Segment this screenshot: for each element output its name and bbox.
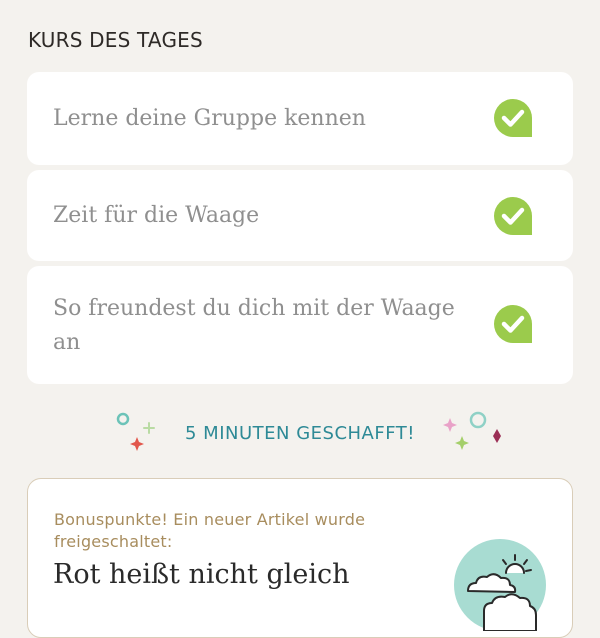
article-title: Rot heißt nicht gleich xyxy=(53,559,350,590)
checkmark-bubble-icon xyxy=(493,196,533,236)
checkmark-bubble-icon xyxy=(493,304,533,344)
progress-banner: 5 MINUTEN GESCHAFFT! xyxy=(0,405,600,465)
bonus-article-card[interactable]: Bonuspunkte! Ein neuer Artikel wurde fre… xyxy=(27,478,573,638)
course-item-title: Lerne deine Gruppe kennen xyxy=(53,106,366,131)
course-item[interactable]: So freundest du dich mit der Waage an xyxy=(27,266,573,384)
course-item-title: Zeit für die Waage xyxy=(53,203,260,228)
section-title: KURS DES TAGES xyxy=(28,28,203,52)
course-item[interactable]: Zeit für die Waage xyxy=(27,170,573,261)
course-item[interactable]: Lerne deine Gruppe kennen xyxy=(27,72,573,165)
checkmark-bubble-icon xyxy=(493,98,533,138)
confetti-right-decoration xyxy=(443,411,501,450)
cloud-sun-icon xyxy=(454,539,546,631)
progress-label: 5 MINUTEN GESCHAFFT! xyxy=(185,423,415,444)
bonus-message: Bonuspunkte! Ein neuer Artikel wurde fre… xyxy=(54,510,366,551)
course-item-title: So freundest du dich mit der Waage an xyxy=(53,296,455,355)
